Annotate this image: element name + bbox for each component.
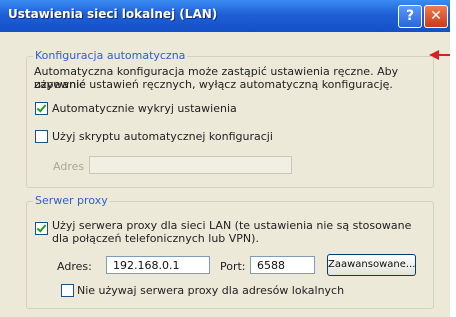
auto-detect-label[interactable]: Automatycznie wykryj ustawienia — [52, 102, 237, 115]
proxy-port-label: Port: — [220, 260, 246, 273]
use-proxy-checkbox[interactable] — [35, 222, 48, 235]
close-button[interactable]: ✕ — [424, 5, 448, 28]
proxy-group-title: Serwer proxy — [33, 194, 110, 207]
script-address-input[interactable] — [89, 156, 292, 174]
auto-detect-checkbox[interactable] — [35, 102, 48, 115]
auto-config-script-label[interactable]: Użyj skryptu automatycznej konfiguracji — [52, 130, 273, 143]
use-proxy-label-line1[interactable]: Użyj serwera proxy dla sieci LAN (te ust… — [52, 219, 411, 232]
auto-config-script-checkbox[interactable] — [35, 130, 48, 143]
advanced-button[interactable]: Zaawansowane... — [327, 254, 416, 276]
proxy-address-label: Adres: — [57, 260, 92, 273]
title-bar: Ustawienia sieci lokalnej (LAN) ? ✕ — [0, 0, 450, 32]
lan-settings-dialog: Ustawienia sieci lokalnej (LAN) ? ✕ Konf… — [0, 0, 450, 317]
proxy-address-input[interactable]: 192.168.0.1 — [106, 256, 210, 274]
proxy-server-group: Serwer proxy Użyj serwera proxy dla siec… — [26, 194, 434, 309]
auto-config-description-line2: używanie ustawień ręcznych, wyłącz autom… — [34, 78, 393, 91]
use-proxy-label-line2[interactable]: dla połączeń telefonicznych lub VPN). — [52, 232, 259, 245]
auto-config-group-title: Konfiguracja automatyczna — [33, 49, 188, 62]
proxy-port-input[interactable]: 6588 — [250, 256, 315, 274]
script-address-label: Adres — [53, 160, 85, 173]
bypass-local-label[interactable]: Nie używaj serwera proxy dla adresów lok… — [77, 284, 344, 297]
help-button[interactable]: ? — [398, 5, 422, 28]
window-title: Ustawienia sieci lokalnej (LAN) — [8, 7, 218, 21]
bypass-local-checkbox[interactable] — [61, 284, 74, 297]
auto-config-group: Konfiguracja automatyczna Automatyczna k… — [26, 49, 434, 188]
